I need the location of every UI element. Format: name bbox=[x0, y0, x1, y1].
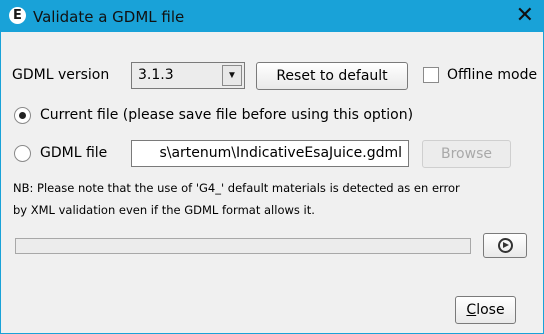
validation-progress-bar bbox=[15, 238, 471, 254]
note-line-2: by XML validation even if the GDML forma… bbox=[13, 203, 315, 217]
close-icon[interactable]: ✕ bbox=[516, 3, 534, 28]
offline-mode-label: Offline mode bbox=[447, 67, 538, 83]
gdml-file-path-input[interactable]: s\artenum\IndicativeEsaJuice.gdml bbox=[131, 140, 409, 167]
gdml-file-path-value: s\artenum\IndicativeEsaJuice.gdml bbox=[159, 145, 402, 161]
gdml-file-radio[interactable] bbox=[14, 145, 31, 162]
gdml-version-label: GDML version bbox=[12, 67, 110, 83]
offline-mode-checkbox[interactable] bbox=[423, 67, 439, 83]
validate-dialog: E Validate a GDML file ✕ GDML version 3.… bbox=[0, 0, 544, 334]
chevron-down-icon[interactable]: ▼ bbox=[222, 65, 242, 86]
current-file-label: Current file (please save file before us… bbox=[40, 107, 414, 123]
app-logo-letter: E bbox=[13, 8, 22, 23]
note-line-1: NB: Please note that the use of 'G4_' de… bbox=[13, 181, 460, 195]
browse-button[interactable]: Browse bbox=[422, 140, 511, 168]
gdml-version-value: 3.1.3 bbox=[138, 67, 174, 83]
radio-selected-dot bbox=[19, 112, 26, 119]
gdml-file-label: GDML file bbox=[40, 145, 108, 161]
app-logo-icon: E bbox=[9, 7, 26, 24]
play-circle-icon bbox=[498, 238, 513, 253]
title-bar: E Validate a GDML file ✕ bbox=[1, 1, 543, 32]
current-file-radio[interactable] bbox=[14, 107, 31, 124]
gdml-version-select[interactable]: 3.1.3 ▼ bbox=[131, 62, 245, 89]
reset-to-default-button[interactable]: Reset to default bbox=[256, 62, 408, 90]
window-title: Validate a GDML file bbox=[33, 8, 185, 26]
run-validation-button[interactable] bbox=[483, 233, 527, 258]
close-button[interactable]: Close bbox=[455, 296, 516, 324]
close-label-rest: lose bbox=[476, 302, 505, 318]
close-mnemonic: C bbox=[466, 302, 477, 318]
